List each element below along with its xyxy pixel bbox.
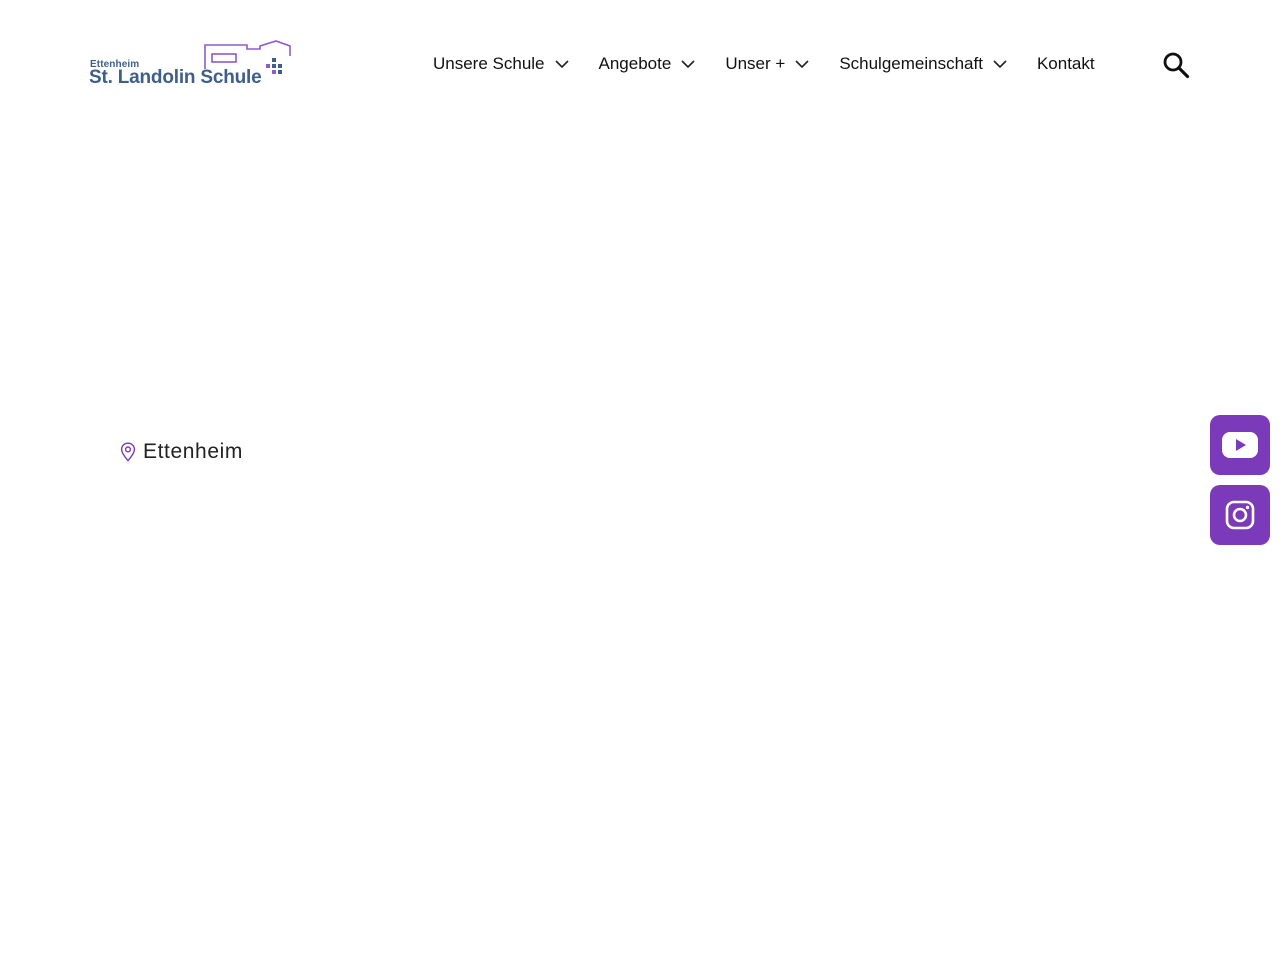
chevron-down-icon [795,60,809,68]
location-text: Ettenheim [143,440,243,463]
chevron-down-icon [993,60,1007,68]
nav-item-label: Unsere Schule [433,54,545,73]
nav-item-unser-plus[interactable]: Unser + [725,54,809,74]
instagram-button[interactable] [1210,485,1270,545]
page: Ettenheim St. Landolin Schule Unsere Sch… [0,0,1280,960]
chevron-down-icon [681,60,695,68]
site-header: Ettenheim St. Landolin Schule Unsere Sch… [0,0,1280,130]
instagram-icon [1225,500,1255,530]
nav-item-kontakt[interactable]: Kontakt [1037,54,1095,74]
nav-item-schulgemeinschaft[interactable]: Schulgemeinschaft [839,54,1007,74]
youtube-button[interactable] [1210,415,1270,475]
nav-item-label: Angebote [598,54,672,73]
location-label: Ettenheim [120,440,243,464]
school-building-logo-icon [204,40,291,74]
nav-item-angebote[interactable]: Angebote [599,54,696,74]
map-pin-icon [120,442,136,462]
search-icon [1163,52,1190,79]
youtube-icon [1222,432,1258,458]
site-logo[interactable]: Ettenheim St. Landolin Schule [89,40,293,92]
nav-item-unsere-schule[interactable]: Unsere Schule [433,54,569,74]
nav-item-label: Schulgemeinschaft [839,54,983,73]
search-button[interactable] [1162,51,1190,79]
nav-item-label: Kontakt [1036,54,1095,73]
chevron-down-icon [554,60,569,68]
main-navigation: Unsere Schule Angebote Unser + Schulgeme… [433,48,1095,80]
nav-item-label: Unser + [725,54,786,73]
